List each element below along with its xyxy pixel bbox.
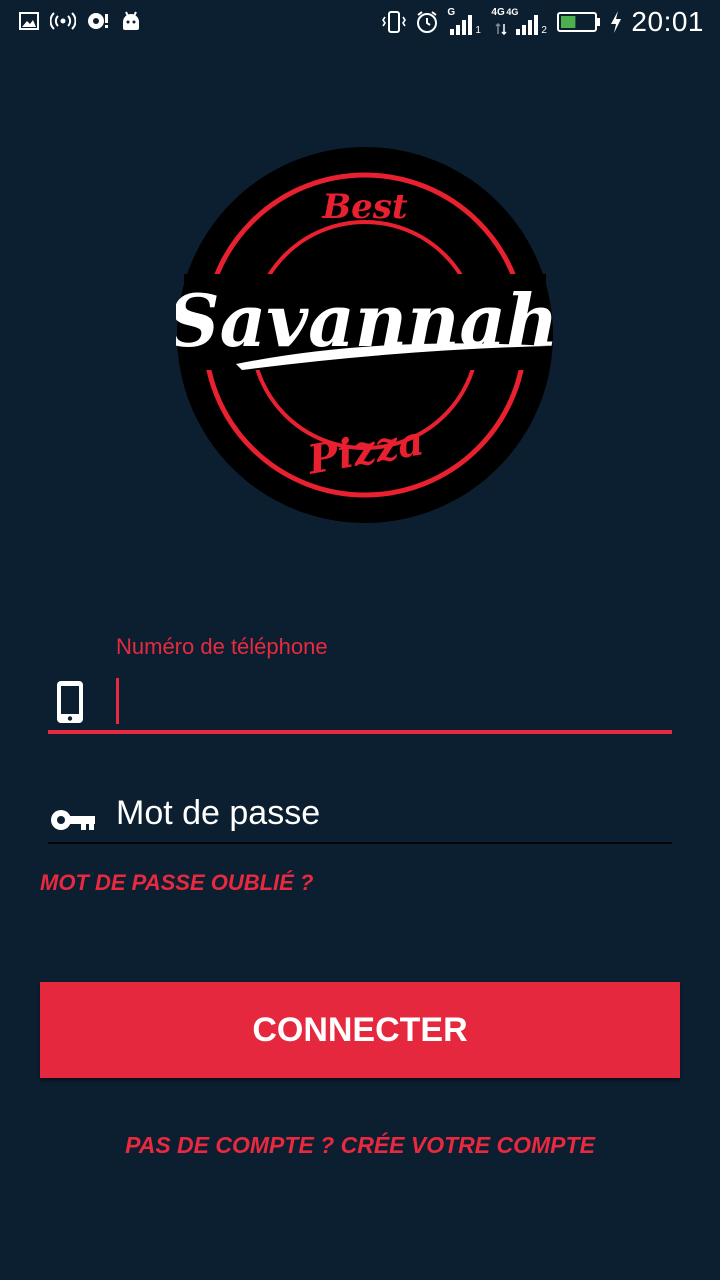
battery-icon (557, 12, 601, 32)
savannah-logo: Best Savannah Pizza (176, 147, 554, 523)
hotspot-icon (50, 12, 76, 30)
status-right: G 1 4G 4G 2 20:01 (381, 6, 704, 38)
phone-field-label: Numéro de téléphone (116, 634, 328, 659)
sim2-signal: 4G 4G 2 (491, 7, 549, 37)
clock: 20:01 (631, 6, 704, 37)
sim1-signal: G 1 (447, 7, 483, 37)
sync-icon (88, 13, 108, 29)
android-icon (123, 11, 139, 30)
vibrate-icon (382, 11, 407, 33)
status-left (18, 10, 142, 32)
create-account-link[interactable]: PAS DE COMPTE ? CRÉE VOTRE COMPTE (0, 1132, 720, 1159)
sim2-network-label: 4G (491, 7, 505, 18)
phone-field[interactable]: Numéro de téléphone (48, 630, 672, 734)
signal-icon (516, 15, 539, 35)
logo-top-text: Best (321, 187, 408, 227)
password-field-underline (48, 842, 672, 844)
data-arrows-icon (495, 23, 507, 35)
phone-input[interactable] (128, 678, 668, 724)
forgot-password-link[interactable]: MOT DE PASSE OUBLIÉ ? (40, 870, 313, 896)
password-field[interactable] (48, 788, 672, 844)
image-icon (19, 12, 39, 30)
smartphone-icon (57, 681, 83, 723)
sim2-index: 2 (541, 25, 547, 36)
sim1-index: 1 (475, 25, 481, 36)
status-bar: G 1 4G 4G 2 20:01 (0, 0, 720, 48)
signal-icon (450, 15, 473, 35)
password-input[interactable] (116, 788, 666, 838)
phone-field-underline (48, 730, 672, 734)
charging-icon (611, 11, 622, 33)
alarm-icon (417, 11, 438, 33)
connect-button[interactable]: CONNECTER (40, 982, 680, 1078)
text-cursor (116, 678, 119, 724)
key-icon (51, 810, 95, 830)
